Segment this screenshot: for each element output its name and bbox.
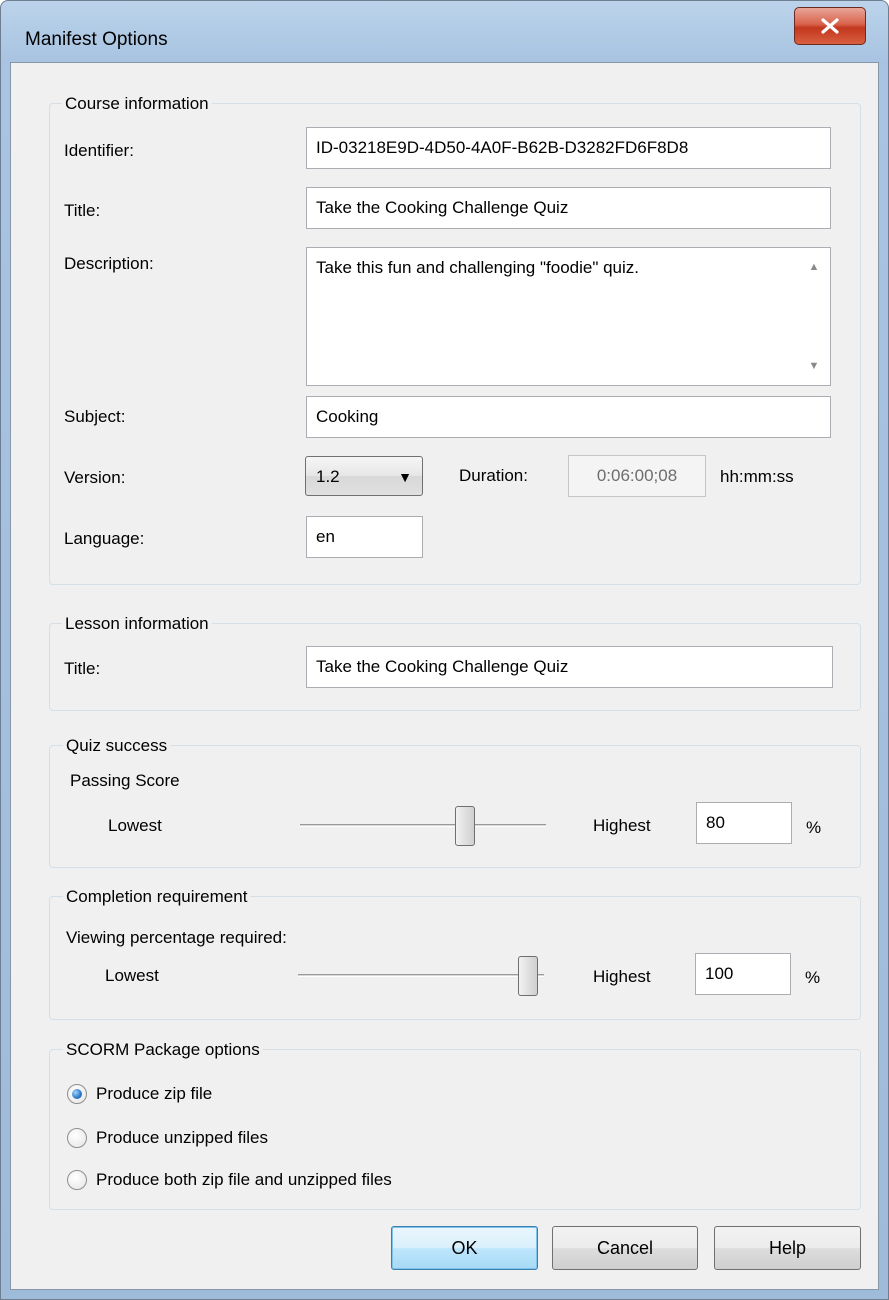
title-label: Title: — [64, 201, 101, 220]
subject-field[interactable]: Cooking — [306, 396, 831, 438]
quiz-highest-label: Highest — [593, 816, 651, 835]
version-dropdown[interactable]: 1.2 ▼ — [305, 456, 423, 496]
viewing-percentage-label: Viewing percentage required: — [66, 928, 287, 947]
viewing-percentage-slider-track[interactable] — [298, 974, 544, 977]
version-label: Version: — [64, 468, 126, 487]
passing-score-slider-thumb[interactable] — [455, 806, 475, 846]
identifier-label: Identifier: — [64, 141, 134, 160]
scroll-down-arrow-icon[interactable]: ▼ — [799, 360, 829, 372]
completion-requirement-legend: Completion requirement — [63, 887, 251, 907]
cancel-button[interactable]: Cancel — [552, 1226, 698, 1270]
version-value: 1.2 — [316, 467, 340, 486]
scroll-up-arrow-icon[interactable]: ▲ — [799, 261, 829, 273]
identifier-field[interactable]: ID-03218E9D-4D50-4A0F-B62B-D3282FD6F8D8 — [306, 127, 831, 169]
completion-highest-label: Highest — [593, 967, 651, 986]
duration-unit-label: hh:mm:ss — [720, 467, 794, 486]
viewing-percentage-field[interactable]: 100 — [695, 953, 791, 995]
description-label: Description: — [64, 254, 154, 273]
passing-score-slider-track[interactable] — [300, 824, 546, 827]
language-field[interactable]: en — [306, 516, 423, 558]
dialog-title: Manifest Options — [25, 29, 168, 50]
lesson-title-field[interactable]: Take the Cooking Challenge Quiz — [306, 646, 833, 688]
produce-both-radio[interactable] — [67, 1170, 87, 1190]
lesson-title-label: Title: — [64, 659, 101, 678]
passing-score-label: Passing Score — [70, 771, 180, 790]
help-button[interactable]: Help — [714, 1226, 861, 1270]
passing-score-field[interactable]: 80 — [696, 802, 792, 844]
ok-button[interactable]: OK — [391, 1226, 538, 1270]
course-title-field[interactable]: Take the Cooking Challenge Quiz — [306, 187, 831, 229]
close-button[interactable] — [794, 7, 866, 45]
description-textarea[interactable]: Take this fun and challenging "foodie" q… — [306, 247, 831, 386]
produce-zip-file-label[interactable]: Produce zip file — [96, 1083, 212, 1105]
produce-unzipped-files-label[interactable]: Produce unzipped files — [96, 1127, 268, 1149]
produce-zip-file-radio[interactable] — [67, 1084, 87, 1104]
viewing-percentage-slider-thumb[interactable] — [518, 956, 538, 996]
produce-both-label[interactable]: Produce both zip file and unzipped files — [96, 1169, 392, 1191]
produce-unzipped-files-radio[interactable] — [67, 1128, 87, 1148]
quiz-percent-label: % — [806, 818, 822, 837]
chevron-down-icon: ▼ — [398, 469, 412, 485]
subject-label: Subject: — [64, 407, 126, 426]
radio-selected-dot — [72, 1089, 82, 1099]
lesson-information-legend: Lesson information — [62, 614, 212, 634]
completion-lowest-label: Lowest — [105, 966, 159, 985]
language-label: Language: — [64, 529, 145, 548]
duration-label: Duration: — [459, 466, 528, 485]
close-icon — [821, 18, 839, 34]
description-scrollbar[interactable]: ▲ ▼ — [799, 249, 829, 384]
quiz-lowest-label: Lowest — [108, 816, 162, 835]
course-information-legend: Course information — [62, 94, 212, 114]
scorm-package-options-legend: SCORM Package options — [63, 1040, 263, 1060]
completion-percent-label: % — [805, 968, 821, 987]
quiz-success-legend: Quiz success — [63, 736, 171, 756]
duration-field: 0:06:00;08 — [568, 455, 706, 497]
description-text: Take this fun and challenging "foodie" q… — [316, 258, 640, 277]
